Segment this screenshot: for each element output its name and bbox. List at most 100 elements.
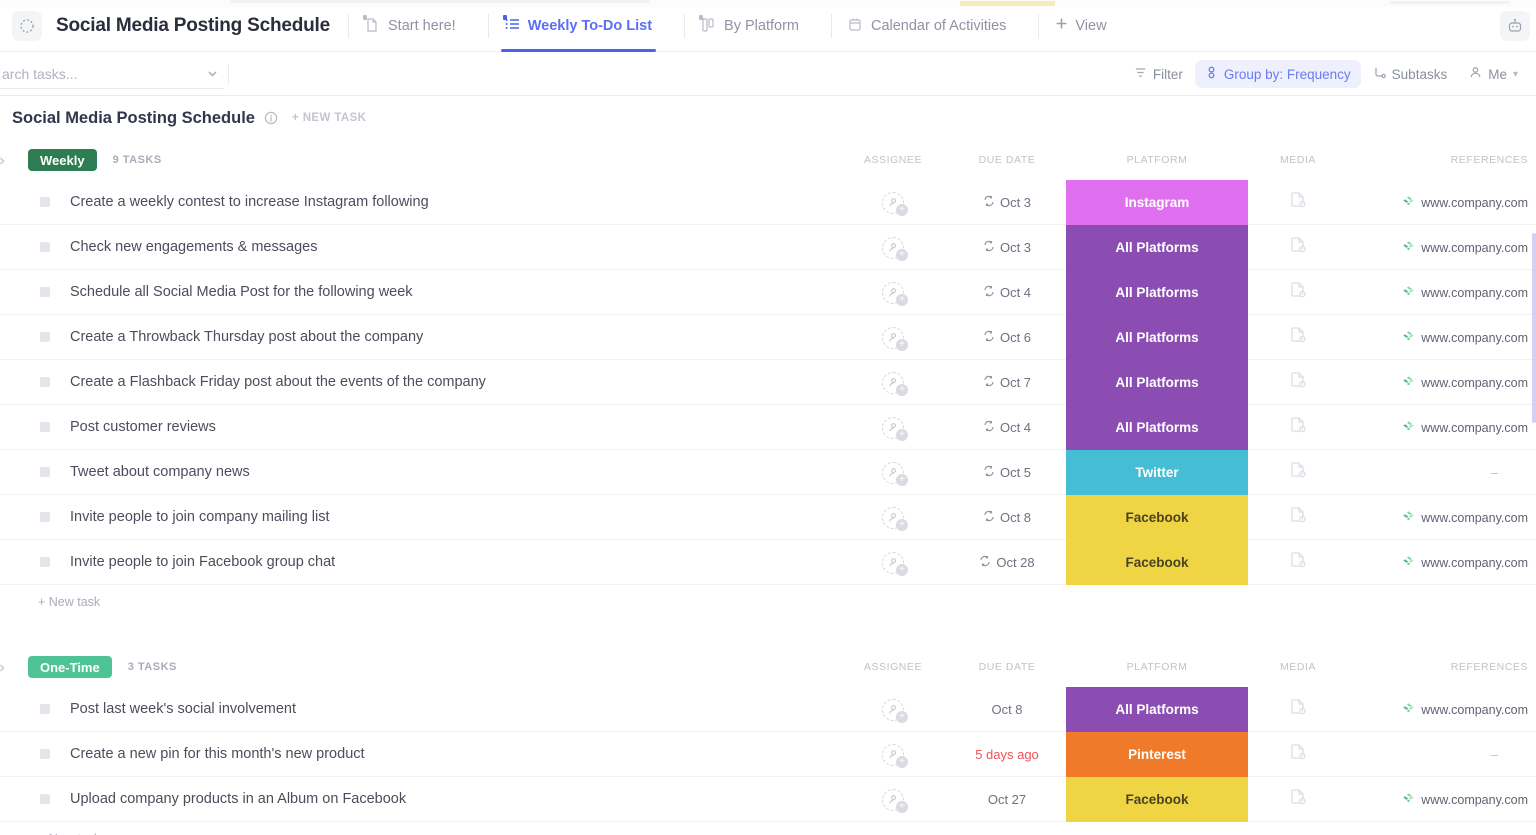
reference-link[interactable]: www.company.com [1421, 331, 1528, 345]
task-name[interactable]: Upload company products in an Album on F… [70, 791, 406, 807]
reference-link[interactable]: www.company.com [1421, 286, 1528, 300]
media-cell[interactable] [1248, 743, 1348, 766]
due-date-cell[interactable]: Oct 28 [948, 555, 1066, 570]
task-list-scroll-area[interactable]: Weekly9 TASKSASSIGNEEDUE DATEPLATFORMMED… [0, 140, 1536, 835]
table-row[interactable]: Invite people to join Facebook group cha… [0, 540, 1536, 585]
platform-cell[interactable]: Facebook [1066, 777, 1248, 822]
task-name[interactable]: Invite people to join Facebook group cha… [70, 554, 335, 570]
avatar-placeholder-icon[interactable]: + [882, 462, 904, 484]
table-row[interactable]: Post last week's social involvement + Oct … [0, 687, 1536, 732]
references-cell[interactable]: www.company.com [1348, 195, 1536, 211]
avatar-placeholder-icon[interactable]: + [882, 552, 904, 574]
references-cell[interactable]: www.company.com [1348, 330, 1536, 346]
due-date-cell[interactable]: Oct 5 [948, 465, 1066, 480]
due-date-cell[interactable]: Oct 4 [948, 420, 1066, 435]
media-cell[interactable] [1248, 281, 1348, 304]
new-task-button[interactable]: + NEW TASK [292, 112, 366, 124]
avatar-placeholder-icon[interactable]: + [882, 417, 904, 439]
platform-cell[interactable]: All Platforms [1066, 315, 1248, 360]
media-cell[interactable] [1248, 236, 1348, 259]
collapse-group-icon[interactable] [0, 660, 10, 676]
task-name[interactable]: Post customer reviews [70, 419, 216, 435]
media-cell[interactable] [1248, 326, 1348, 349]
group-name-badge[interactable]: Weekly [28, 149, 97, 171]
media-cell[interactable] [1248, 416, 1348, 439]
assignee-cell[interactable]: + [838, 372, 948, 394]
avatar-placeholder-icon[interactable]: + [882, 192, 904, 214]
table-row[interactable]: Create a Throwback Thursday post about t… [0, 315, 1536, 360]
add-assignee-icon[interactable]: + [896, 339, 908, 351]
reference-link[interactable]: www.company.com [1421, 241, 1528, 255]
due-date-cell[interactable]: Oct 3 [948, 195, 1066, 210]
vertical-scrollbar[interactable] [1532, 233, 1536, 423]
collapse-group-icon[interactable] [0, 153, 10, 169]
references-cell[interactable]: – [1348, 748, 1536, 762]
drag-handle-icon[interactable] [40, 422, 50, 432]
due-date-cell[interactable]: Oct 8 [948, 510, 1066, 525]
reference-link[interactable]: www.company.com [1421, 376, 1528, 390]
references-cell[interactable]: www.company.com [1348, 420, 1536, 436]
reference-link[interactable]: – [1491, 748, 1498, 762]
due-date-cell[interactable]: Oct 4 [948, 285, 1066, 300]
assignee-cell[interactable]: + [838, 699, 948, 721]
drag-handle-icon[interactable] [40, 377, 50, 387]
assignee-cell[interactable]: + [838, 237, 948, 259]
task-name[interactable]: Create a new pin for this month's new pr… [70, 746, 365, 762]
references-cell[interactable]: www.company.com [1348, 510, 1536, 526]
chevron-down-icon[interactable] [200, 67, 224, 80]
add-assignee-icon[interactable]: + [896, 519, 908, 531]
add-assignee-icon[interactable]: + [896, 564, 908, 576]
drag-handle-icon[interactable] [40, 512, 50, 522]
avatar-placeholder-icon[interactable]: + [882, 372, 904, 394]
task-name[interactable]: Create a weekly contest to increase Inst… [70, 194, 429, 210]
drag-handle-icon[interactable] [40, 332, 50, 342]
add-view-button[interactable]: View [1041, 0, 1120, 52]
drag-handle-icon[interactable] [40, 197, 50, 207]
table-row[interactable]: Create a weekly contest to increase Inst… [0, 180, 1536, 225]
avatar-placeholder-icon[interactable]: + [882, 699, 904, 721]
due-date-cell[interactable]: Oct 27 [948, 792, 1066, 807]
add-assignee-icon[interactable]: + [896, 801, 908, 813]
add-assignee-icon[interactable]: + [896, 249, 908, 261]
task-name[interactable]: Check new engagements & messages [70, 239, 317, 255]
add-assignee-icon[interactable]: + [896, 204, 908, 216]
platform-cell[interactable]: Pinterest [1066, 732, 1248, 777]
media-cell[interactable] [1248, 371, 1348, 394]
due-date-cell[interactable]: Oct 8 [948, 702, 1066, 717]
tab-by-platform[interactable]: By Platform [687, 0, 813, 52]
assignee-cell[interactable]: + [838, 462, 948, 484]
platform-cell[interactable]: All Platforms [1066, 270, 1248, 315]
table-row[interactable]: Check new engagements & messages+Oct 3Al… [0, 225, 1536, 270]
references-cell[interactable]: www.company.com [1348, 555, 1536, 571]
task-name[interactable]: Create a Throwback Thursday post about t… [70, 329, 423, 345]
media-cell[interactable] [1248, 788, 1348, 811]
add-assignee-icon[interactable]: + [896, 474, 908, 486]
drag-handle-icon[interactable] [40, 287, 50, 297]
assignee-cell[interactable]: + [838, 327, 948, 349]
table-row[interactable]: Upload company products in an Album on F… [0, 777, 1536, 822]
assignee-cell[interactable]: + [838, 282, 948, 304]
reference-link[interactable]: www.company.com [1421, 196, 1528, 210]
references-cell[interactable]: – [1348, 466, 1536, 480]
platform-cell[interactable]: All Platforms [1066, 405, 1248, 450]
platform-cell[interactable]: All Platforms [1066, 225, 1248, 270]
avatar-placeholder-icon[interactable]: + [882, 507, 904, 529]
assignee-cell[interactable]: + [838, 192, 948, 214]
avatar-placeholder-icon[interactable]: + [882, 237, 904, 259]
task-name[interactable]: Tweet about company news [70, 464, 250, 480]
due-date-cell[interactable]: Oct 6 [948, 330, 1066, 345]
platform-cell[interactable]: Facebook [1066, 495, 1248, 540]
table-row[interactable]: Create a new pin for this month's new pr… [0, 732, 1536, 777]
table-row[interactable]: Tweet about company news+Oct 5Twitter– [0, 450, 1536, 495]
add-assignee-icon[interactable]: + [896, 711, 908, 723]
drag-handle-icon[interactable] [40, 467, 50, 477]
tab-start-here[interactable]: Start here! [351, 0, 470, 52]
media-cell[interactable] [1248, 551, 1348, 574]
reference-link[interactable]: – [1491, 466, 1498, 480]
task-name[interactable]: Post last week's social involvement [70, 701, 296, 717]
info-icon[interactable] [264, 111, 278, 125]
platform-cell[interactable]: All Platforms [1066, 687, 1248, 732]
reference-link[interactable]: www.company.com [1421, 703, 1528, 717]
platform-cell[interactable]: All Platforms [1066, 360, 1248, 405]
add-assignee-icon[interactable]: + [896, 756, 908, 768]
